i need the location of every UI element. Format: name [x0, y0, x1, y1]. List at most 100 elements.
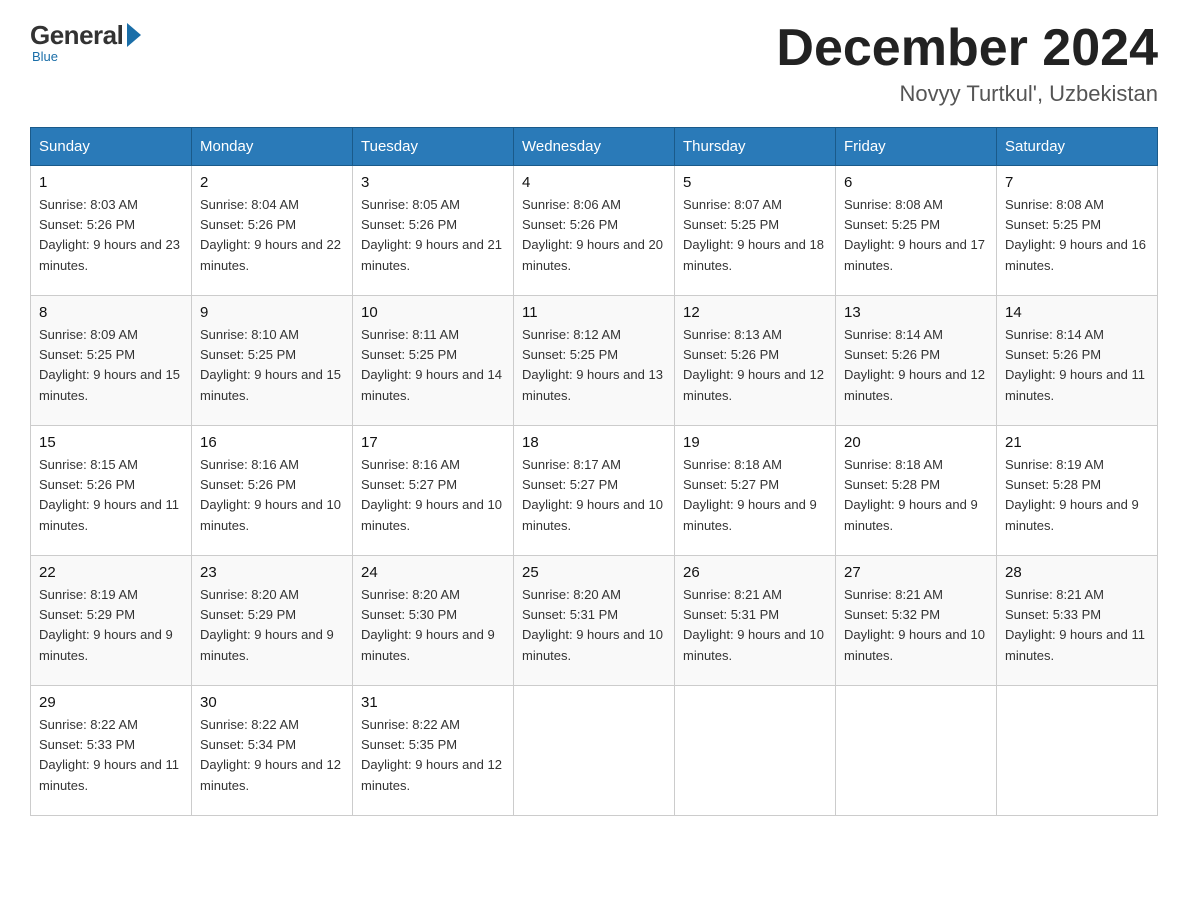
day-info: Sunrise: 8:04 AMSunset: 5:26 PMDaylight:… — [200, 195, 344, 276]
calendar-cell: 26 Sunrise: 8:21 AMSunset: 5:31 PMDaylig… — [675, 556, 836, 686]
calendar-cell: 3 Sunrise: 8:05 AMSunset: 5:26 PMDayligh… — [353, 166, 514, 296]
day-info: Sunrise: 8:16 AMSunset: 5:26 PMDaylight:… — [200, 455, 344, 536]
day-info: Sunrise: 8:11 AMSunset: 5:25 PMDaylight:… — [361, 325, 505, 406]
day-number: 5 — [683, 174, 827, 191]
day-number: 22 — [39, 564, 183, 581]
day-info: Sunrise: 8:19 AMSunset: 5:29 PMDaylight:… — [39, 585, 183, 666]
day-number: 26 — [683, 564, 827, 581]
calendar-cell: 23 Sunrise: 8:20 AMSunset: 5:29 PMDaylig… — [192, 556, 353, 686]
calendar-week-row: 22 Sunrise: 8:19 AMSunset: 5:29 PMDaylig… — [31, 556, 1158, 686]
header-saturday: Saturday — [997, 128, 1158, 166]
day-info: Sunrise: 8:17 AMSunset: 5:27 PMDaylight:… — [522, 455, 666, 536]
day-info: Sunrise: 8:21 AMSunset: 5:31 PMDaylight:… — [683, 585, 827, 666]
day-info: Sunrise: 8:20 AMSunset: 5:30 PMDaylight:… — [361, 585, 505, 666]
calendar-cell: 19 Sunrise: 8:18 AMSunset: 5:27 PMDaylig… — [675, 426, 836, 556]
location-subtitle: Novyy Turtkul', Uzbekistan — [776, 81, 1158, 107]
day-number: 31 — [361, 694, 505, 711]
logo: General Blue — [30, 20, 141, 64]
day-number: 19 — [683, 434, 827, 451]
calendar-week-row: 29 Sunrise: 8:22 AMSunset: 5:33 PMDaylig… — [31, 686, 1158, 816]
day-info: Sunrise: 8:14 AMSunset: 5:26 PMDaylight:… — [844, 325, 988, 406]
day-number: 15 — [39, 434, 183, 451]
day-info: Sunrise: 8:05 AMSunset: 5:26 PMDaylight:… — [361, 195, 505, 276]
calendar-cell — [514, 686, 675, 816]
month-title: December 2024 — [776, 20, 1158, 77]
calendar-cell: 16 Sunrise: 8:16 AMSunset: 5:26 PMDaylig… — [192, 426, 353, 556]
day-number: 11 — [522, 304, 666, 321]
day-info: Sunrise: 8:18 AMSunset: 5:28 PMDaylight:… — [844, 455, 988, 536]
day-info: Sunrise: 8:07 AMSunset: 5:25 PMDaylight:… — [683, 195, 827, 276]
calendar-cell: 7 Sunrise: 8:08 AMSunset: 5:25 PMDayligh… — [997, 166, 1158, 296]
calendar-cell: 17 Sunrise: 8:16 AMSunset: 5:27 PMDaylig… — [353, 426, 514, 556]
calendar-cell: 15 Sunrise: 8:15 AMSunset: 5:26 PMDaylig… — [31, 426, 192, 556]
day-number: 4 — [522, 174, 666, 191]
day-info: Sunrise: 8:20 AMSunset: 5:29 PMDaylight:… — [200, 585, 344, 666]
day-number: 17 — [361, 434, 505, 451]
day-info: Sunrise: 8:16 AMSunset: 5:27 PMDaylight:… — [361, 455, 505, 536]
day-info: Sunrise: 8:12 AMSunset: 5:25 PMDaylight:… — [522, 325, 666, 406]
day-number: 16 — [200, 434, 344, 451]
calendar-cell: 22 Sunrise: 8:19 AMSunset: 5:29 PMDaylig… — [31, 556, 192, 686]
calendar-cell: 29 Sunrise: 8:22 AMSunset: 5:33 PMDaylig… — [31, 686, 192, 816]
day-number: 27 — [844, 564, 988, 581]
logo-arrow-icon — [127, 23, 141, 47]
calendar-week-row: 1 Sunrise: 8:03 AMSunset: 5:26 PMDayligh… — [31, 166, 1158, 296]
calendar-cell: 31 Sunrise: 8:22 AMSunset: 5:35 PMDaylig… — [353, 686, 514, 816]
day-number: 8 — [39, 304, 183, 321]
calendar-cell: 25 Sunrise: 8:20 AMSunset: 5:31 PMDaylig… — [514, 556, 675, 686]
header-friday: Friday — [836, 128, 997, 166]
calendar-cell: 4 Sunrise: 8:06 AMSunset: 5:26 PMDayligh… — [514, 166, 675, 296]
calendar-cell: 14 Sunrise: 8:14 AMSunset: 5:26 PMDaylig… — [997, 296, 1158, 426]
day-info: Sunrise: 8:10 AMSunset: 5:25 PMDaylight:… — [200, 325, 344, 406]
header-tuesday: Tuesday — [353, 128, 514, 166]
calendar-cell: 18 Sunrise: 8:17 AMSunset: 5:27 PMDaylig… — [514, 426, 675, 556]
calendar-cell: 8 Sunrise: 8:09 AMSunset: 5:25 PMDayligh… — [31, 296, 192, 426]
calendar-cell: 13 Sunrise: 8:14 AMSunset: 5:26 PMDaylig… — [836, 296, 997, 426]
calendar-table: SundayMondayTuesdayWednesdayThursdayFrid… — [30, 127, 1158, 816]
day-info: Sunrise: 8:20 AMSunset: 5:31 PMDaylight:… — [522, 585, 666, 666]
day-number: 12 — [683, 304, 827, 321]
day-info: Sunrise: 8:13 AMSunset: 5:26 PMDaylight:… — [683, 325, 827, 406]
calendar-cell: 24 Sunrise: 8:20 AMSunset: 5:30 PMDaylig… — [353, 556, 514, 686]
day-number: 30 — [200, 694, 344, 711]
day-info: Sunrise: 8:21 AMSunset: 5:33 PMDaylight:… — [1005, 585, 1149, 666]
day-number: 28 — [1005, 564, 1149, 581]
day-number: 14 — [1005, 304, 1149, 321]
calendar-cell — [997, 686, 1158, 816]
calendar-cell — [675, 686, 836, 816]
day-info: Sunrise: 8:18 AMSunset: 5:27 PMDaylight:… — [683, 455, 827, 536]
header-monday: Monday — [192, 128, 353, 166]
day-number: 21 — [1005, 434, 1149, 451]
calendar-cell: 2 Sunrise: 8:04 AMSunset: 5:26 PMDayligh… — [192, 166, 353, 296]
logo-blue-text: Blue — [32, 49, 58, 64]
day-info: Sunrise: 8:08 AMSunset: 5:25 PMDaylight:… — [844, 195, 988, 276]
day-info: Sunrise: 8:14 AMSunset: 5:26 PMDaylight:… — [1005, 325, 1149, 406]
calendar-cell: 28 Sunrise: 8:21 AMSunset: 5:33 PMDaylig… — [997, 556, 1158, 686]
calendar-cell: 5 Sunrise: 8:07 AMSunset: 5:25 PMDayligh… — [675, 166, 836, 296]
header-wednesday: Wednesday — [514, 128, 675, 166]
day-number: 10 — [361, 304, 505, 321]
calendar-cell: 12 Sunrise: 8:13 AMSunset: 5:26 PMDaylig… — [675, 296, 836, 426]
header-thursday: Thursday — [675, 128, 836, 166]
day-info: Sunrise: 8:09 AMSunset: 5:25 PMDaylight:… — [39, 325, 183, 406]
day-number: 23 — [200, 564, 344, 581]
calendar-cell: 6 Sunrise: 8:08 AMSunset: 5:25 PMDayligh… — [836, 166, 997, 296]
day-info: Sunrise: 8:03 AMSunset: 5:26 PMDaylight:… — [39, 195, 183, 276]
day-number: 20 — [844, 434, 988, 451]
calendar-cell: 9 Sunrise: 8:10 AMSunset: 5:25 PMDayligh… — [192, 296, 353, 426]
day-number: 29 — [39, 694, 183, 711]
calendar-cell: 20 Sunrise: 8:18 AMSunset: 5:28 PMDaylig… — [836, 426, 997, 556]
calendar-cell — [836, 686, 997, 816]
page-header: General Blue December 2024 Novyy Turtkul… — [30, 20, 1158, 107]
calendar-cell: 30 Sunrise: 8:22 AMSunset: 5:34 PMDaylig… — [192, 686, 353, 816]
day-number: 2 — [200, 174, 344, 191]
day-number: 25 — [522, 564, 666, 581]
day-info: Sunrise: 8:08 AMSunset: 5:25 PMDaylight:… — [1005, 195, 1149, 276]
calendar-cell: 10 Sunrise: 8:11 AMSunset: 5:25 PMDaylig… — [353, 296, 514, 426]
calendar-cell: 1 Sunrise: 8:03 AMSunset: 5:26 PMDayligh… — [31, 166, 192, 296]
day-number: 1 — [39, 174, 183, 191]
day-number: 9 — [200, 304, 344, 321]
day-number: 7 — [1005, 174, 1149, 191]
day-info: Sunrise: 8:06 AMSunset: 5:26 PMDaylight:… — [522, 195, 666, 276]
calendar-header-row: SundayMondayTuesdayWednesdayThursdayFrid… — [31, 128, 1158, 166]
